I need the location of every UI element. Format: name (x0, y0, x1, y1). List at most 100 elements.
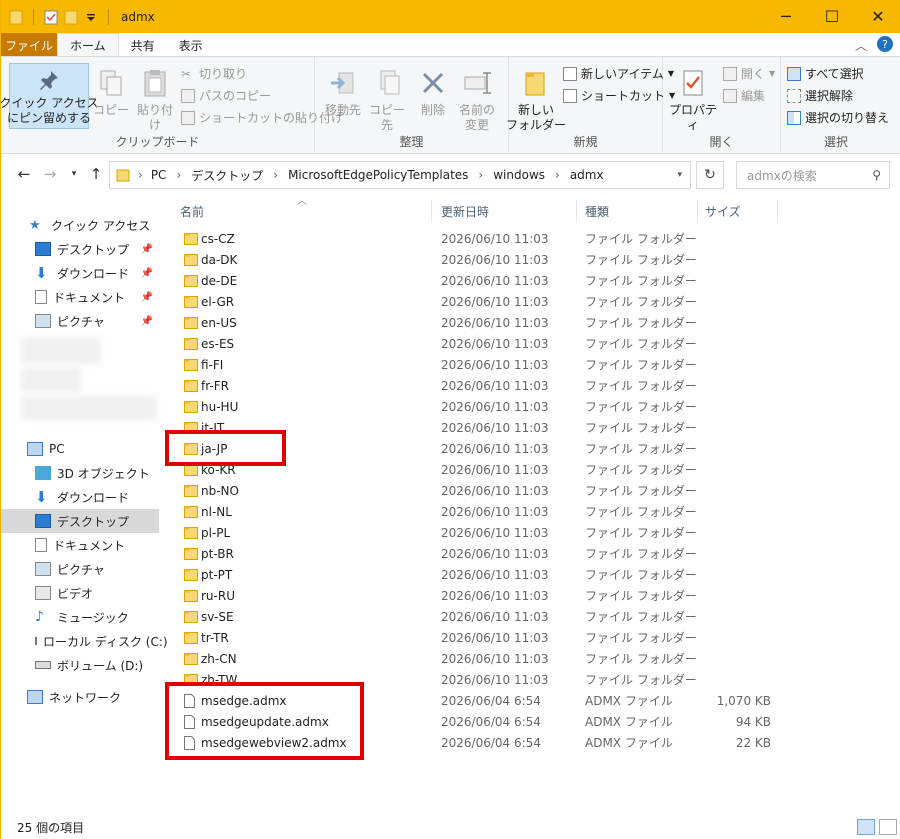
file-row[interactable]: es-ES 2026/06/10 11:03 ファイル フォルダー (164, 333, 894, 354)
file-row[interactable]: pl-PL 2026/06/10 11:03 ファイル フォルダー (164, 522, 894, 543)
file-row[interactable]: pt-PT 2026/06/10 11:03 ファイル フォルダー (164, 564, 894, 585)
paste-button[interactable]: 貼り付け (132, 67, 178, 133)
nav-downloads[interactable]: ⬇ ダウンロード (1, 485, 159, 509)
column-divider[interactable] (431, 200, 432, 222)
address-dropdown-icon[interactable]: ▾ (677, 170, 682, 180)
close-button[interactable]: ✕ (855, 0, 900, 33)
nav-desktop[interactable]: デスクトップ (1, 509, 159, 533)
file-row[interactable]: el-GR 2026/06/10 11:03 ファイル フォルダー (164, 291, 894, 312)
column-divider[interactable] (777, 200, 778, 222)
new-item-button[interactable]: 新しいアイテム ▼ (563, 65, 674, 82)
nav-3d-objects[interactable]: 3D オブジェクト (1, 461, 159, 485)
file-date: 2026/06/10 11:03 (441, 252, 549, 267)
rename-button[interactable]: 名前の 変更 (455, 67, 499, 133)
column-header-date[interactable]: 更新日時 (441, 196, 571, 226)
file-row[interactable]: nl-NL 2026/06/10 11:03 ファイル フォルダー (164, 501, 894, 522)
file-row[interactable]: tr-TR 2026/06/10 11:03 ファイル フォルダー (164, 627, 894, 648)
nav-qa-documents-label: ドキュメント (53, 290, 126, 305)
edit-button[interactable]: 編集 (723, 87, 765, 104)
nav-network[interactable]: ネットワーク (1, 685, 159, 709)
file-date: 2026/06/04 6:54 (441, 693, 541, 708)
breadcrumb-admx[interactable]: admx (570, 168, 604, 182)
column-divider[interactable] (576, 200, 577, 222)
nav-qa-pictures[interactable]: ピクチャ 📌 (1, 309, 159, 333)
search-input[interactable]: admxの検索 (747, 167, 817, 184)
file-type: ADMX ファイル (585, 715, 673, 729)
copy-to-button[interactable]: コピー先 (367, 67, 407, 133)
minimize-icon: ─ (781, 7, 791, 26)
column-header-size[interactable]: サイズ (705, 196, 775, 226)
breadcrumb-pc[interactable]: PC (151, 168, 167, 182)
minimize-button[interactable]: ─ (763, 0, 809, 33)
address-bar[interactable]: › PC › デスクトップ › MicrosoftEdgePolicyTempl… (109, 161, 691, 189)
collapse-ribbon-icon[interactable]: ︿ (855, 37, 867, 54)
nav-pc-label: PC (49, 442, 65, 456)
file-row[interactable]: cs-CZ 2026/06/10 11:03 ファイル フォルダー (164, 228, 894, 249)
details-view-icon[interactable] (857, 819, 875, 835)
nav-local-disk-c-label: ローカル ディスク (C:) (43, 634, 168, 649)
refresh-button[interactable]: ↻ (696, 161, 724, 189)
forward-button[interactable]: → (39, 163, 61, 185)
file-name: es-ES (201, 336, 235, 351)
nav-local-disk-c[interactable]: ローカル ディスク (C:) (1, 629, 168, 653)
pin-quick-access-button[interactable]: クイック アクセス にピン留めする (0, 63, 99, 129)
file-row[interactable]: nb-NO 2026/06/10 11:03 ファイル フォルダー (164, 480, 894, 501)
move-to-button[interactable]: 移動先 (323, 67, 363, 118)
column-header-name[interactable]: 名前 (180, 196, 425, 226)
properties-button[interactable]: プロパティ (667, 67, 719, 133)
select-all-button[interactable]: すべて選択 (787, 65, 864, 82)
file-type: ファイル フォルダー (585, 505, 697, 519)
copy-button[interactable]: コピー (91, 67, 131, 118)
recent-locations-button[interactable]: ▾ (63, 163, 85, 185)
select-none-button[interactable]: 選択解除 (787, 87, 853, 104)
nav-pc[interactable]: PC (1, 437, 159, 461)
file-row[interactable]: pt-BR 2026/06/10 11:03 ファイル フォルダー (164, 543, 894, 564)
breadcrumb-templates[interactable]: MicrosoftEdgePolicyTemplates (288, 168, 468, 182)
folder-icon (184, 631, 198, 644)
breadcrumb-desktop[interactable]: デスクトップ (191, 167, 263, 184)
nav-qa-desktop[interactable]: デスクトップ 📌 (1, 237, 159, 261)
delete-button[interactable]: 削除 (415, 67, 451, 118)
column-divider[interactable] (697, 200, 698, 222)
easy-access-button[interactable]: ショートカット ▼ (563, 87, 675, 104)
file-row[interactable]: zh-CN 2026/06/10 11:03 ファイル フォルダー (164, 648, 894, 669)
invert-selection-button[interactable]: 選択の切り替え (787, 109, 889, 126)
nav-videos[interactable]: ビデオ (1, 581, 159, 605)
file-row[interactable]: en-US 2026/06/10 11:03 ファイル フォルダー (164, 312, 894, 333)
tab-share[interactable]: 共有 (119, 33, 167, 57)
file-row[interactable]: hu-HU 2026/06/10 11:03 ファイル フォルダー (164, 396, 894, 417)
properties-check-icon[interactable] (44, 9, 58, 25)
help-icon[interactable]: ? (877, 36, 893, 52)
new-folder-button[interactable]: 新しい フォルダー (506, 67, 566, 133)
file-row[interactable]: ru-RU 2026/06/10 11:03 ファイル フォルダー (164, 585, 894, 606)
up-button[interactable]: ↑ (85, 163, 107, 185)
customize-dropdown-icon[interactable] (84, 9, 98, 25)
file-row[interactable]: fr-FR 2026/06/10 11:03 ファイル フォルダー (164, 375, 894, 396)
back-button[interactable]: ← (13, 163, 35, 185)
nav-quick-access[interactable]: ★ クイック アクセス (1, 213, 159, 237)
maximize-button[interactable]: ☐ (809, 0, 855, 33)
file-row[interactable]: de-DE 2026/06/10 11:03 ファイル フォルダー (164, 270, 894, 291)
column-header-type[interactable]: 種類 (585, 196, 695, 226)
file-row[interactable]: da-DK 2026/06/10 11:03 ファイル フォルダー (164, 249, 894, 270)
search-box[interactable]: admxの検索 ⚲ (736, 161, 890, 189)
nav-documents[interactable]: ドキュメント (1, 533, 159, 557)
tab-view[interactable]: 表示 (167, 33, 215, 57)
new-folder-icon[interactable] (64, 9, 78, 25)
tab-home[interactable]: ホーム (57, 33, 119, 57)
nav-pictures[interactable]: ピクチャ (1, 557, 159, 581)
file-row[interactable]: fi-FI 2026/06/10 11:03 ファイル フォルダー (164, 354, 894, 375)
nav-qa-downloads[interactable]: ⬇ ダウンロード 📌 (1, 261, 159, 285)
nav-volume-d[interactable]: ボリューム (D:) (1, 653, 159, 677)
nav-qa-documents[interactable]: ドキュメント 📌 (1, 285, 159, 309)
nav-music[interactable]: ♪ ミュージック (1, 605, 159, 629)
large-icons-view-icon[interactable] (879, 819, 897, 835)
file-row[interactable]: sv-SE 2026/06/10 11:03 ファイル フォルダー (164, 606, 894, 627)
breadcrumb-windows[interactable]: windows (493, 168, 545, 182)
open-button[interactable]: 開く ▼ (723, 65, 775, 82)
cut-button[interactable]: ✂ 切り取り (181, 65, 247, 82)
desktop-icon (35, 514, 51, 528)
file-type: ファイル フォルダー (585, 463, 697, 477)
copy-path-button[interactable]: パスのコピー (181, 87, 271, 104)
tab-file[interactable]: ファイル (1, 33, 57, 57)
